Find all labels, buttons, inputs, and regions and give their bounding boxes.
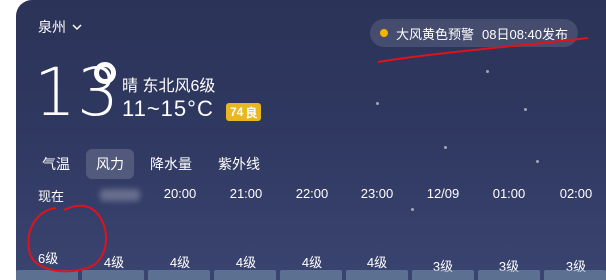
city-name: 泉州 [38,19,66,35]
current-condition: 晴 东北风6级 [122,78,216,95]
hourly-time-row: 现在 20:00 21:00 22:00 23:00 12/09 01:00 0… [16,186,606,206]
aqi-label: 良 [245,105,258,120]
wind-bar [544,270,606,280]
tab-wind[interactable]: 风力 [86,149,134,179]
star-decoration [411,208,414,211]
hour-label: 02:00 [559,186,593,201]
hour-label: 20:00 [163,186,197,201]
wind-level: 4级 [235,255,257,270]
hourly-wind-row: 6级 4级 4级 4级 4级 4级 3级 3级 3级 [16,248,606,274]
wind-bar [346,270,408,280]
degree-icon [94,62,116,84]
alert-time: 08日08:40发布 [482,26,569,42]
tab-uv[interactable]: 紫外线 [208,149,270,179]
star-decoration [536,160,539,163]
wind-bar [280,270,342,280]
wind-level: 4级 [103,255,125,270]
wind-level: 4级 [169,255,191,270]
star-decoration [524,108,527,111]
hour-label: 现在 [38,189,65,204]
wind-bar [214,270,276,280]
hour-label-blurred [90,186,150,204]
alert-text: 大风黄色预警 [396,26,475,42]
tab-temperature[interactable]: 气温 [32,149,80,179]
alert-dot-icon [380,29,388,37]
chevron-down-icon [72,24,82,31]
aqi-badge[interactable]: 74 良 [226,103,262,121]
hour-label: 12/09 [426,186,460,201]
hour-label: 01:00 [492,186,526,201]
blurred-text [100,189,140,201]
wind-bar [478,270,540,280]
wind-bar [148,270,210,280]
wind-bars [16,270,606,280]
wind-bar [82,270,144,280]
star-decoration [486,70,489,73]
hour-label: 21:00 [229,186,263,201]
star-decoration [376,102,379,105]
weather-alert-badge[interactable]: 大风黄色预警 08日08:40发布 [370,19,579,47]
wind-bar [16,270,78,280]
hour-label: 23:00 [360,186,394,201]
star-decoration [444,146,447,149]
wind-bar [412,270,474,280]
hour-label: 22:00 [295,186,329,201]
wind-level: 4级 [301,255,323,270]
wind-level: 4级 [366,255,388,270]
city-selector[interactable]: 泉州 [38,17,82,37]
temperature-range: 11~15°C [122,96,214,121]
tab-precipitation[interactable]: 降水量 [140,149,202,179]
metric-tabs: 气温 风力 降水量 紫外线 [32,149,270,179]
weather-card: 泉州 大风黄色预警 08日08:40发布 13 晴 东北风6级 11~15°C … [16,0,606,280]
aqi-value: 74 [230,105,244,119]
